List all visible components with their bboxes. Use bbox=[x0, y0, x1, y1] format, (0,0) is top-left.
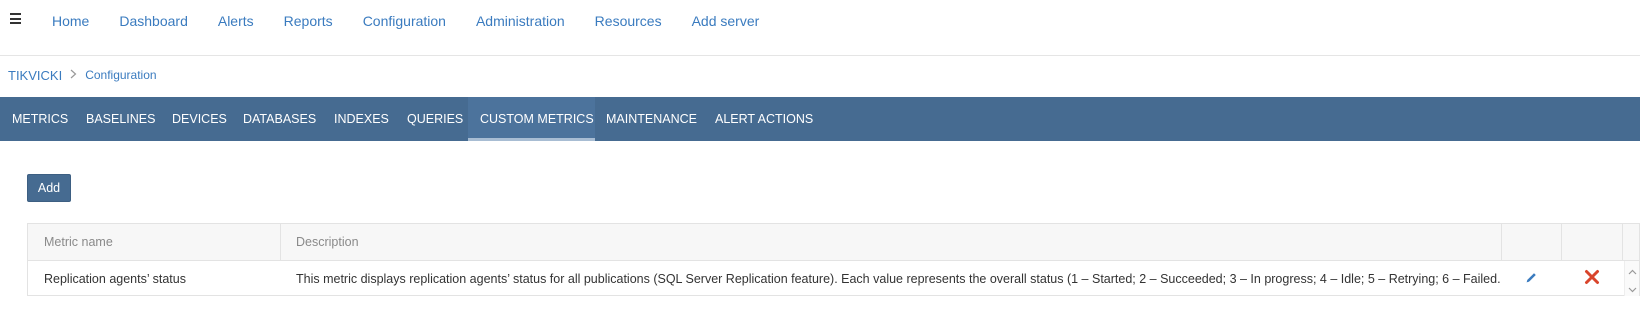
nav-configuration[interactable]: Configuration bbox=[363, 13, 446, 29]
nav-alerts[interactable]: Alerts bbox=[218, 13, 254, 29]
column-divider bbox=[1561, 224, 1562, 260]
custom-metrics-table: Metric name Description Replication agen… bbox=[27, 223, 1640, 296]
column-header-description[interactable]: Description bbox=[280, 224, 1456, 260]
chevron-down-icon[interactable] bbox=[1628, 282, 1637, 293]
nav-administration[interactable]: Administration bbox=[476, 13, 565, 29]
nav-reports[interactable]: Reports bbox=[284, 13, 333, 29]
chevron-right-icon bbox=[70, 68, 77, 82]
tab-maintenance[interactable]: MAINTENANCE bbox=[594, 97, 709, 141]
tab-queries[interactable]: QUERIES bbox=[395, 97, 475, 141]
header-divider bbox=[0, 55, 1640, 56]
column-divider bbox=[1501, 224, 1502, 260]
column-header-metric-name[interactable]: Metric name bbox=[28, 224, 280, 260]
table-row[interactable]: Replication agents’ status This metric d… bbox=[28, 261, 1639, 296]
tab-databases[interactable]: DATABASES bbox=[231, 97, 328, 141]
breadcrumb-root[interactable]: TIKVICKI bbox=[8, 68, 62, 83]
nav-home[interactable]: Home bbox=[52, 13, 89, 29]
top-navigation: Home Dashboard Alerts Reports Configurat… bbox=[0, 0, 1640, 42]
metric-name-cell: Replication agents’ status bbox=[44, 271, 186, 286]
edit-button[interactable] bbox=[1501, 261, 1561, 296]
nav-dashboard[interactable]: Dashboard bbox=[119, 13, 188, 29]
tab-baselines[interactable]: BASELINES bbox=[74, 97, 167, 141]
nav-links: Home Dashboard Alerts Reports Configurat… bbox=[52, 0, 789, 42]
table-scrollbar[interactable] bbox=[1624, 261, 1639, 296]
tab-metrics[interactable]: METRICS bbox=[0, 97, 80, 141]
delete-button[interactable] bbox=[1561, 261, 1622, 296]
tab-custom-metrics[interactable]: CUSTOM METRICS bbox=[468, 97, 595, 141]
config-tab-bar: METRICS BASELINES DEVICES DATABASES INDE… bbox=[0, 97, 1640, 141]
close-icon bbox=[1584, 269, 1600, 288]
breadcrumb-current[interactable]: Configuration bbox=[85, 68, 156, 82]
table-header: Metric name Description bbox=[28, 224, 1639, 261]
column-divider bbox=[1622, 224, 1623, 260]
metric-description-cell: This metric displays replication agents’… bbox=[296, 271, 1501, 286]
pencil-icon bbox=[1525, 271, 1538, 287]
breadcrumb: TIKVICKI Configuration bbox=[8, 65, 157, 85]
nav-resources[interactable]: Resources bbox=[595, 13, 662, 29]
tab-indexes[interactable]: INDEXES bbox=[322, 97, 401, 141]
nav-add-server[interactable]: Add server bbox=[692, 13, 760, 29]
hamburger-icon[interactable] bbox=[10, 13, 22, 25]
add-button[interactable]: Add bbox=[27, 174, 71, 202]
chevron-up-icon[interactable] bbox=[1628, 265, 1637, 275]
tab-alert-actions[interactable]: ALERT ACTIONS bbox=[703, 97, 825, 141]
tab-devices[interactable]: DEVICES bbox=[160, 97, 239, 141]
